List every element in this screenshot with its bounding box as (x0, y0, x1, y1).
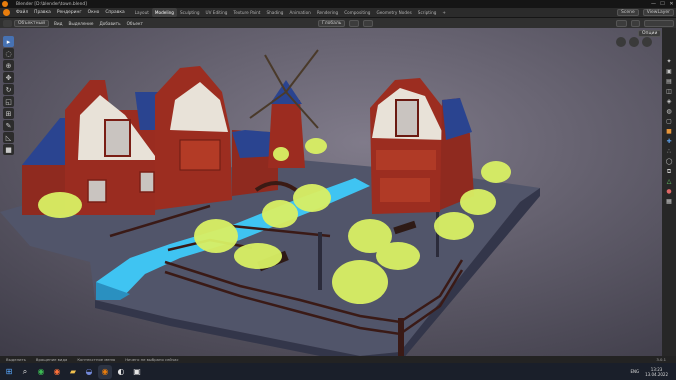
options-button[interactable]: Опции (638, 30, 662, 37)
top-menubar: Файл Правка Рендеринг Окно Справка Layou… (0, 8, 676, 18)
shading-mode-selector[interactable] (644, 19, 674, 27)
proportional-edit-toggle[interactable] (363, 19, 374, 27)
viewport-header: Объектный Вид Выделение Добавить Объект … (0, 18, 676, 28)
folder-icon[interactable]: ▰ (66, 365, 80, 379)
street-lamp (318, 232, 322, 290)
tool-icon[interactable]: ✦ (665, 58, 674, 66)
window-titlebar: Blender [D:\blender\town.blend] — ☐ ✕ (0, 0, 676, 8)
zoom-icon[interactable] (616, 37, 626, 47)
output-icon[interactable]: ▤ (665, 78, 674, 86)
3d-viewport[interactable] (0, 28, 662, 356)
chrome-icon[interactable]: ◉ (34, 365, 48, 379)
add-workspace-button[interactable]: + (439, 8, 449, 17)
collection-icon[interactable]: ▢ (665, 118, 674, 126)
firefox-icon[interactable]: ◉ (50, 365, 64, 379)
editor-type-icon[interactable] (3, 19, 12, 27)
rotate-icon[interactable]: ↻ (3, 84, 14, 95)
world-icon[interactable]: ◍ (665, 108, 674, 116)
select-icon[interactable]: ▸ (3, 36, 14, 47)
clock-date: 13.04.2022 (645, 371, 668, 377)
particles-icon[interactable]: ∴ (665, 148, 674, 156)
cursor-icon[interactable]: ⊕ (3, 60, 14, 71)
blender-icon[interactable]: ◉ (98, 364, 112, 379)
status-context: Контекстное меню (77, 357, 116, 362)
physics-icon[interactable]: ◯ (665, 158, 674, 166)
constraints-icon[interactable]: ⧉ (665, 168, 674, 176)
menu-view[interactable]: Вид (51, 21, 66, 26)
status-bar: Выделить Вращение вида Контекстное меню … (0, 356, 676, 363)
menu-object[interactable]: Объект (124, 21, 146, 26)
xray-toggle[interactable] (631, 19, 640, 27)
status-rotate: Вращение вида (35, 357, 68, 362)
render-icon[interactable]: ▣ (665, 68, 674, 76)
tab-layout[interactable]: Layout (132, 8, 152, 17)
blender-menu-icon[interactable] (3, 9, 10, 16)
blender-logo-icon (2, 1, 8, 7)
tab-geometry-nodes[interactable]: Geometry Nodes (373, 8, 414, 17)
overlays-toggle[interactable] (616, 19, 627, 27)
transform-icon[interactable]: ⊞ (3, 108, 14, 119)
menu-select[interactable]: Выделение (66, 21, 97, 26)
minimize-button[interactable]: — (649, 0, 658, 8)
menu-add[interactable]: Добавить (96, 21, 123, 26)
orientation-selector[interactable]: Глобаль (317, 19, 346, 27)
select-box-icon[interactable]: ◌ (3, 48, 14, 59)
view-layer-icon[interactable]: ◫ (665, 88, 674, 96)
modifier-icon[interactable]: ✚ (665, 138, 674, 146)
menu-help[interactable]: Справка (102, 10, 127, 15)
material-icon[interactable]: ● (665, 188, 674, 196)
clock[interactable]: 13:23 13.04.2022 (645, 367, 668, 377)
add-cube-icon[interactable]: ■ (3, 144, 14, 155)
menu-file[interactable]: Файл (13, 10, 31, 15)
annotate-icon[interactable]: ✎ (3, 120, 14, 131)
tool-shelf: ▸ ◌ ⊕ ✥ ↻ ◱ ⊞ ✎ ◺ ■ (3, 36, 15, 158)
maximize-button[interactable]: ☐ (658, 0, 667, 8)
pan-icon[interactable] (629, 37, 639, 47)
windows-icon[interactable]: ⊞ (2, 365, 16, 379)
steam-icon[interactable]: ◐ (114, 365, 128, 379)
tab-rendering[interactable]: Rendering (314, 8, 341, 17)
scale-icon[interactable]: ◱ (3, 96, 14, 107)
discord-icon[interactable]: ◒ (82, 365, 96, 379)
search-icon[interactable]: ⌕ (18, 365, 32, 379)
scene-icon[interactable]: ◈ (665, 98, 674, 106)
menu-render[interactable]: Рендеринг (54, 10, 85, 15)
windows-taskbar: ⊞ ⌕ ◉ ◉ ▰ ◒ ◉ ◐ ▣ ENG 13:23 13.04.2022 (0, 363, 676, 380)
snap-toggle[interactable] (349, 19, 360, 27)
tab-sculpting[interactable]: Sculpting (177, 8, 203, 17)
status-info: Ничего не выбрано сейчас (125, 357, 179, 362)
menu-edit[interactable]: Правка (31, 10, 54, 15)
close-button[interactable]: ✕ (667, 0, 676, 8)
camera-view-icon[interactable] (642, 37, 652, 47)
window-title: Blender [D:\blender\town.blend] (16, 1, 87, 7)
photo-icon[interactable]: ▣ (130, 365, 144, 379)
tab-uv-editing[interactable]: UV Editing (203, 8, 231, 17)
view-layer-selector[interactable]: ViewLayer (642, 9, 674, 16)
language-indicator[interactable]: ENG (630, 369, 639, 374)
status-select: Выделить (6, 357, 26, 362)
tab-texture-paint[interactable]: Texture Paint (230, 8, 263, 17)
right-house[interactable] (370, 78, 474, 214)
scene-selector[interactable]: Scene (617, 9, 639, 16)
tab-scripting[interactable]: Scripting (415, 8, 440, 17)
version-label: 3.0.1 (656, 357, 666, 362)
texture-icon[interactable]: ▦ (665, 198, 674, 206)
tab-modeling[interactable]: Modeling (151, 8, 177, 17)
move-icon[interactable]: ✥ (3, 72, 14, 83)
properties-tab-strip: ✦ ▣ ▤ ◫ ◈ ◍ ▢ ■ ✚ ∴ ◯ ⧉ △ ● ▦ (662, 28, 676, 356)
data-icon[interactable]: △ (665, 178, 674, 186)
mode-selector[interactable]: Объектный (14, 19, 50, 27)
menu-window[interactable]: Окно (85, 10, 103, 15)
tab-animation[interactable]: Animation (286, 8, 313, 17)
object-icon[interactable]: ■ (665, 128, 674, 136)
tab-shading[interactable]: Shading (263, 8, 286, 17)
fence-post (398, 318, 404, 356)
measure-icon[interactable]: ◺ (3, 132, 14, 143)
tab-compositing[interactable]: Compositing (341, 8, 373, 17)
